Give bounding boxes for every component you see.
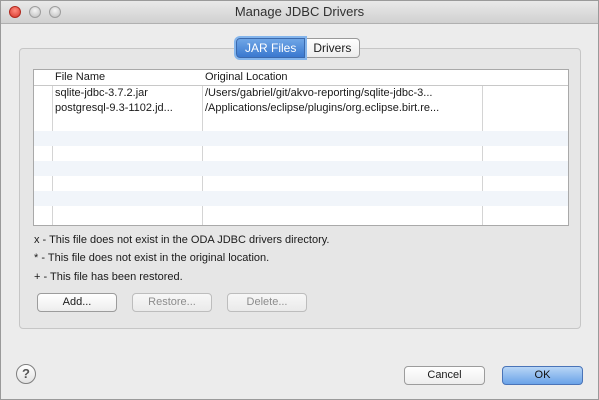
tab-bar: JAR Files Drivers xyxy=(236,38,361,58)
file-name-cell: postgresql-9.3-1102.jd... xyxy=(55,102,173,114)
empty-table-row xyxy=(34,176,568,191)
original-location-cell: /Users/gabriel/git/akvo-reporting/sqlite… xyxy=(205,87,433,99)
add-button[interactable]: Add... xyxy=(37,293,117,312)
table-body: sqlite-jdbc-3.7.2.jar /Users/gabriel/git… xyxy=(34,86,568,221)
legend-restored: + - This file has been restored. xyxy=(34,271,183,283)
ok-button[interactable]: OK xyxy=(502,366,583,385)
tab-drivers[interactable]: Drivers xyxy=(305,38,361,58)
jar-files-table[interactable]: File Name Original Location sqlite-jdbc-… xyxy=(33,69,569,226)
delete-button[interactable]: Delete... xyxy=(227,293,307,312)
column-header-original-location[interactable]: Original Location xyxy=(205,70,288,85)
table-row[interactable]: postgresql-9.3-1102.jd... /Applications/… xyxy=(34,101,568,116)
empty-table-row xyxy=(34,131,568,146)
legend-missing-in-original-location: * - This file does not exist in the orig… xyxy=(34,252,270,264)
original-location-cell: /Applications/eclipse/plugins/org.eclips… xyxy=(205,102,440,114)
column-header-file-name[interactable]: File Name xyxy=(55,70,105,85)
empty-table-row xyxy=(34,191,568,206)
restore-button[interactable]: Restore... xyxy=(132,293,212,312)
help-icon[interactable]: ? xyxy=(16,364,36,384)
table-header: File Name Original Location xyxy=(34,70,568,86)
legend-missing-in-drivers-dir: x - This file does not exist in the ODA … xyxy=(34,234,330,246)
file-name-cell: sqlite-jdbc-3.7.2.jar xyxy=(55,87,148,99)
empty-table-row xyxy=(34,116,568,131)
empty-table-row xyxy=(34,161,568,176)
empty-table-row xyxy=(34,206,568,221)
manage-jdbc-drivers-window: Manage JDBC Drivers JAR Files Drivers Fi… xyxy=(0,0,599,400)
title-bar: Manage JDBC Drivers xyxy=(1,1,598,24)
table-row[interactable]: sqlite-jdbc-3.7.2.jar /Users/gabriel/git… xyxy=(34,86,568,101)
tab-jar-files[interactable]: JAR Files xyxy=(236,38,306,58)
window-title: Manage JDBC Drivers xyxy=(234,4,365,19)
cancel-button[interactable]: Cancel xyxy=(404,366,485,385)
empty-table-row xyxy=(34,146,568,161)
